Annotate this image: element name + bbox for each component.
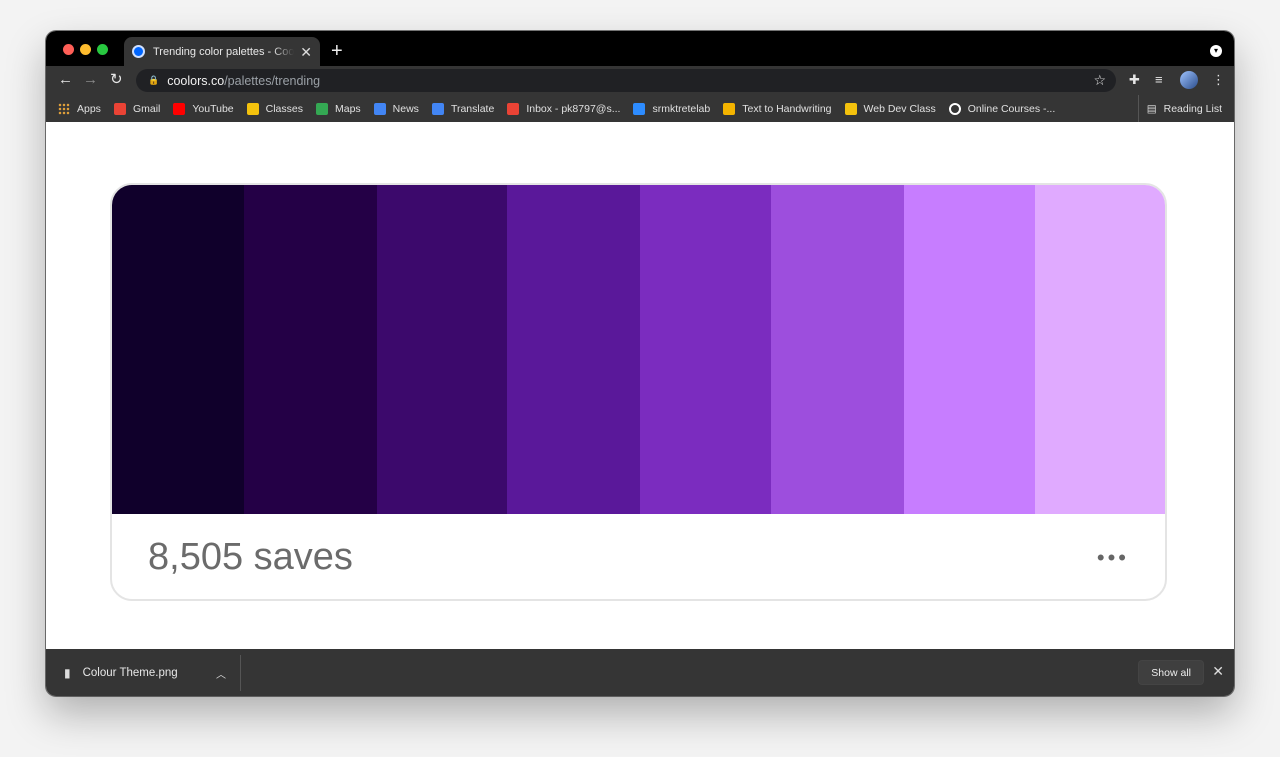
download-item[interactable]: ▮ Colour Theme.png ︿ — [46, 655, 241, 691]
bookmark-item[interactable]: Maps — [315, 102, 361, 115]
reading-list-button[interactable]: ▤ Reading List — [1137, 95, 1222, 122]
apps-grid-icon — [58, 102, 70, 115]
bookmark-item[interactable]: Web Dev Class — [844, 102, 936, 115]
file-icon: ▮ — [64, 666, 71, 680]
back-arrow-icon[interactable]: ← — [58, 71, 73, 89]
bookmark-label: YouTube — [192, 102, 234, 115]
bookmark-item[interactable]: Gmail — [113, 102, 161, 115]
reading-list-icon: ▤ — [1146, 102, 1157, 115]
tab-strip: Trending color palettes - Coolors ✕ + ▾ — [46, 31, 1234, 66]
color-swatch[interactable] — [244, 185, 377, 514]
bookmark-item[interactable]: Text to Handwriting — [723, 102, 832, 115]
download-shelf: ▮ Colour Theme.png ︿ Show all ✕ — [46, 649, 1234, 696]
bookmark-item[interactable]: Classes — [246, 102, 303, 115]
minimize-window-button[interactable] — [80, 44, 91, 55]
bookmark-item[interactable]: YouTube — [173, 102, 234, 115]
show-all-button[interactable]: Show all — [1138, 660, 1204, 685]
tab-close-icon[interactable]: ✕ — [300, 45, 312, 59]
media-queue-icon[interactable]: ≡ — [1155, 71, 1163, 89]
reading-list-label: Reading List — [1163, 102, 1222, 115]
browser-toolbar: ← → ↻ 🔒 coolors.co /palettes/trending ☆ … — [46, 66, 1234, 95]
download-file-name: Colour Theme.png — [82, 667, 178, 679]
classroom-icon — [246, 102, 259, 115]
coolors-favicon-icon — [132, 45, 145, 58]
bookmark-item[interactable]: srmktretelab — [633, 102, 711, 115]
gmail-icon — [113, 102, 126, 115]
hand-writing-icon — [723, 102, 736, 115]
kebab-menu-icon[interactable]: ⋮ — [1212, 71, 1225, 89]
bookmark-item[interactable]: Translate — [431, 102, 495, 115]
bookmark-star-icon[interactable]: ☆ — [1093, 72, 1106, 89]
extensions-puzzle-icon[interactable]: ✚ — [1129, 71, 1140, 89]
new-tab-button[interactable]: + — [331, 41, 343, 61]
color-swatch[interactable] — [112, 185, 244, 514]
lock-badge-icon — [948, 102, 961, 115]
bookmarks-bar: Apps Gmail YouTube Classes Maps News Translate… — [46, 95, 1234, 122]
bookmark-item[interactable]: News — [373, 102, 419, 115]
bookmark-label: Apps — [77, 102, 101, 115]
palette-card[interactable]: 8,505 saves ••• — [110, 183, 1167, 601]
bookmark-label: News — [392, 102, 419, 115]
news-icon — [373, 102, 386, 115]
color-swatch[interactable] — [771, 185, 904, 514]
bookmark-label: Maps — [334, 102, 361, 115]
saves-count: 8,505 saves — [148, 536, 353, 578]
profile-avatar[interactable] — [1180, 71, 1198, 89]
bookmark-label: Text to Handwriting — [742, 102, 832, 115]
bookmark-label: srmktretelab — [652, 102, 711, 115]
tab-search-icon[interactable]: ▾ — [1210, 45, 1222, 57]
close-window-button[interactable] — [63, 44, 74, 55]
url-host: coolors.co — [167, 73, 225, 88]
palette-footer: 8,505 saves ••• — [112, 514, 1165, 599]
color-swatch[interactable] — [904, 185, 1035, 514]
color-swatch[interactable] — [507, 185, 640, 514]
color-swatch[interactable] — [1035, 185, 1165, 514]
close-icon[interactable]: ✕ — [1212, 664, 1224, 678]
lock-icon: 🔒 — [148, 75, 160, 85]
tab-title: Trending color palettes - Coolors — [153, 45, 295, 58]
translate-icon — [431, 102, 444, 115]
bookmark-label: Inbox - pk8797@s... — [526, 102, 621, 115]
browser-window: Trending color palettes - Coolors ✕ + ▾ … — [46, 31, 1234, 696]
classroom-icon — [844, 102, 857, 115]
bookmark-item[interactable]: Apps — [58, 102, 101, 115]
maps-icon — [315, 102, 328, 115]
more-options-icon[interactable]: ••• — [1097, 545, 1129, 571]
color-swatch[interactable] — [640, 185, 771, 514]
bookmark-label: Gmail — [132, 102, 161, 115]
youtube-icon — [173, 102, 186, 115]
chevron-up-icon[interactable]: ︿ — [216, 666, 226, 681]
maximize-window-button[interactable] — [97, 44, 108, 55]
color-swatch[interactable] — [377, 185, 507, 514]
bookmark-item[interactable]: Inbox - pk8797@s... — [507, 102, 621, 115]
bookmark-label: Web Dev Class — [863, 102, 936, 115]
cloud-icon — [633, 102, 646, 115]
tab-coolors[interactable]: Trending color palettes - Coolors ✕ — [124, 37, 320, 66]
forward-arrow-icon[interactable]: → — [83, 71, 98, 89]
bookmark-label: Online Courses -... — [967, 102, 1056, 115]
url-path: /palettes/trending — [224, 73, 321, 88]
address-bar[interactable]: 🔒 coolors.co /palettes/trending ☆ — [136, 69, 1116, 92]
page-content: 8,505 saves ••• — [46, 122, 1234, 649]
bookmark-item[interactable]: Online Courses -... — [948, 102, 1056, 115]
reload-icon[interactable]: ↻ — [110, 71, 123, 89]
bookmark-label: Translate — [450, 102, 495, 115]
bookmark-label: Classes — [265, 102, 303, 115]
gmail-icon — [507, 102, 520, 115]
palette-swatches — [112, 185, 1165, 514]
